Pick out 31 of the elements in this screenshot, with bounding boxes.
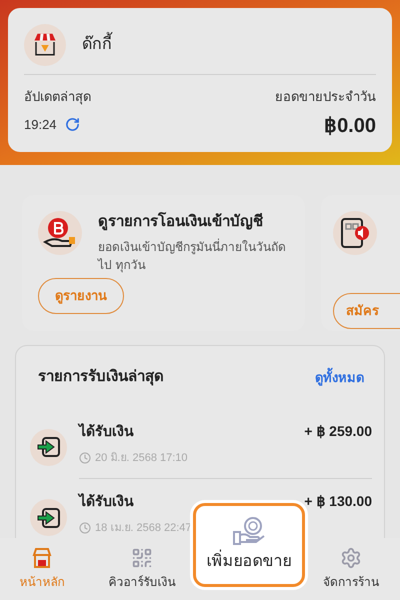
shop-name: ด๊กกี้ [82,33,112,57]
promo-title: ดูรายการโอนเงินเข้าบัญชี [98,211,264,232]
store-icon [31,547,53,569]
arrow-into-box-icon [36,436,60,458]
clock-icon [79,522,91,534]
apply-button[interactable]: สมัคร [333,293,400,329]
nav-tab[interactable]: จัดการร้าน [308,538,394,600]
section-title: รายการรับเงินล่าสุด [38,367,164,388]
settings-icon [340,547,362,569]
qr-speaker-icon [340,217,370,249]
payment-title: ได้รับเงิน [79,422,134,440]
arrow-into-box-icon [36,506,60,528]
view-all-link[interactable]: ดูทั้งหมด [315,368,364,387]
nav-tab[interactable]: หน้าหลัก [0,538,84,600]
coin-hand-icon [232,516,266,546]
qr-code-icon [131,547,153,569]
view-report-button[interactable]: ดูรายงาน [38,278,124,314]
payment-title: ได้รับเงิน [79,492,134,511]
promo-description: ยอดเงินเข้าบัญชีกรูมันนี่ภายในวันถัดไป ทุกวัน [98,238,287,274]
payment-amount: + ฿ 259.00 [304,422,372,440]
payment-datetime: 18 เม.ย. 2568 22:47 [95,521,192,536]
daily-sales-value: ฿0.00 [324,114,376,138]
clock-icon [79,452,91,464]
daily-sales-label: ยอดขายประจำวัน [275,88,376,106]
nav-tab[interactable]: คิวอาร์รับเงิน [96,538,188,600]
refresh-button[interactable] [64,116,80,132]
payment-datetime: 20 มิ.ย. 2568 17:10 [95,450,188,466]
last-updated-time: 19:24 [24,116,57,134]
add-sales-tab[interactable]: เพิ่มยอดขาย [193,503,305,587]
last-updated-label: อัปเดตล่าสุด [24,88,91,106]
payment-amount: + ฿ 130.00 [304,492,372,511]
